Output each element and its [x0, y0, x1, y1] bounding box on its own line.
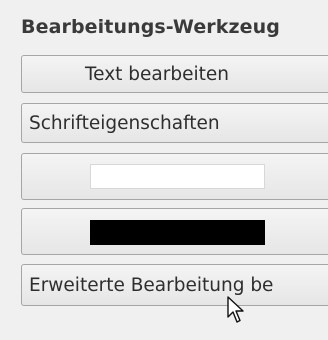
foreground-color-swatch — [90, 220, 265, 245]
foreground-color-button[interactable] — [21, 208, 328, 255]
font-properties-button[interactable]: Schrifteigenschaften — [21, 103, 328, 143]
edit-text-label: Text bearbeiten — [85, 63, 229, 85]
background-color-swatch — [90, 164, 265, 189]
advanced-edit-button[interactable]: Erweiterte Bearbeitung be — [21, 264, 328, 306]
panel-title: Bearbeitungs-Werkzeug — [21, 16, 280, 38]
background-color-button[interactable] — [21, 153, 328, 200]
font-properties-label: Schrifteigenschaften — [29, 112, 220, 134]
mouse-pointer-icon — [227, 296, 244, 323]
editing-tool-panel: Bearbeitungs-Werkzeug Text bearbeiten Sc… — [0, 0, 328, 340]
edit-text-button[interactable]: Text bearbeiten — [21, 55, 328, 93]
